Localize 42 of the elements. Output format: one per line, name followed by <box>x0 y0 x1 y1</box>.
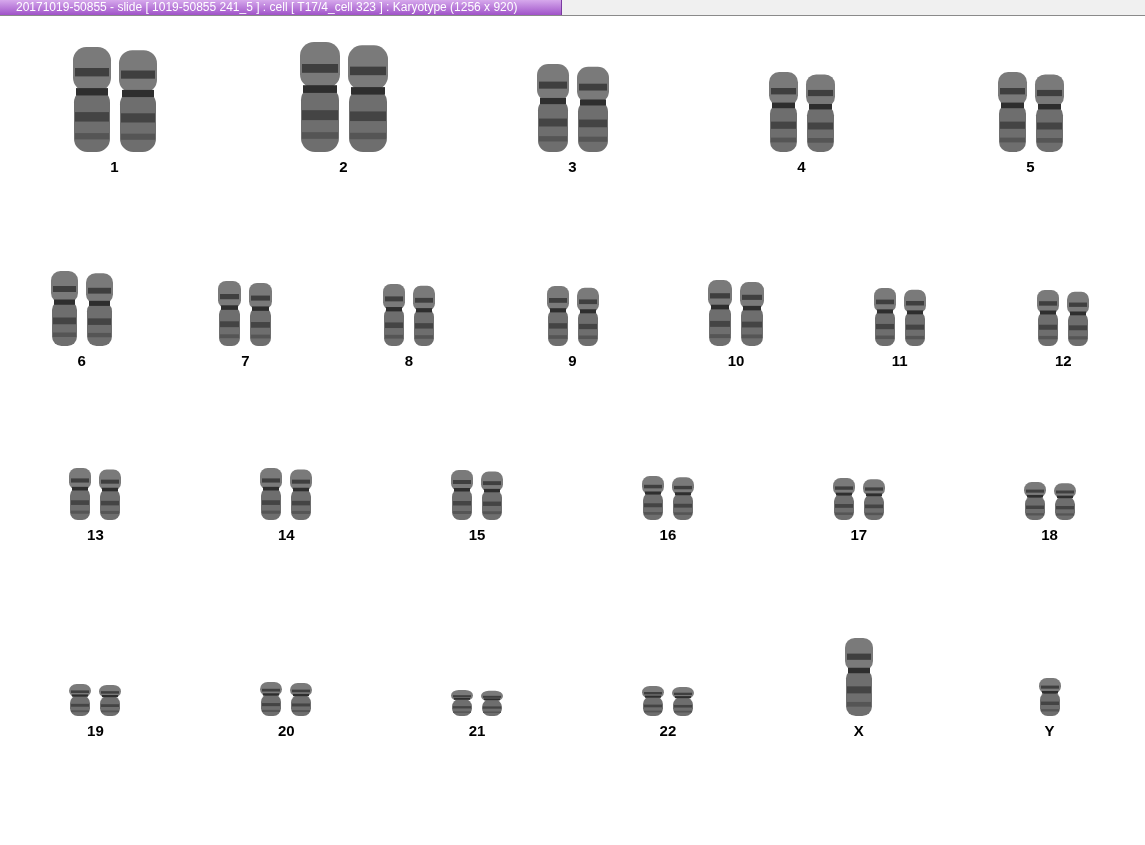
chromosome-pair-drawing <box>69 468 122 520</box>
chromosome-pair-drawing <box>1023 482 1076 520</box>
chromosome-pair-drawing <box>708 280 765 346</box>
chromosome-number: 2 <box>339 158 348 176</box>
chromosome-number: 12 <box>1054 352 1072 370</box>
chromosome-number: 10 <box>727 352 745 370</box>
chromosome-number: 17 <box>850 526 868 544</box>
chromosome-pair-drawing <box>832 478 885 520</box>
chromosome-number: 22 <box>659 722 677 740</box>
chromosome-number: 9 <box>568 352 577 370</box>
chromosome-pair-drawing <box>451 470 504 520</box>
chromosome-pair-drawing <box>260 468 313 520</box>
chromosome-number: 5 <box>1026 158 1035 176</box>
chromosome-pair-drawing <box>873 288 926 346</box>
chromosome-pair-drawing <box>641 686 694 716</box>
chromosome-number: 19 <box>87 722 104 740</box>
chromosome-number: X <box>853 722 864 740</box>
chromosome-pair-drawing <box>546 286 599 346</box>
chromosome-number: 1 <box>110 158 119 176</box>
window-title: 20171019-50855 - slide [ 1019-50855 241_5 ] : cell [ T17/4_cell 323 ] : Karyotype (1256 x 920) <box>0 0 562 15</box>
chromosome-pair-drawing <box>218 281 273 346</box>
chromosome-pair-drawing <box>382 284 435 346</box>
chromosome-number: 18 <box>1041 526 1058 544</box>
chromosome-number: 14 <box>277 526 295 544</box>
chromosome-number: 21 <box>468 722 486 740</box>
chromosome-pair-drawing <box>641 476 694 520</box>
chromosome-number: 4 <box>797 158 806 176</box>
chromosome-number: Y <box>1044 722 1055 740</box>
chromosome-number: 6 <box>77 352 86 370</box>
chromosome-number: 8 <box>404 352 414 370</box>
chromosome-number: 15 <box>468 526 486 544</box>
chromosome-pair-drawing <box>451 690 504 716</box>
chromosome-number: 13 <box>87 526 104 544</box>
chromosome-pair-drawing <box>1037 290 1090 346</box>
chromosome-number: 16 <box>659 526 677 544</box>
chromosome-number: 20 <box>277 722 295 740</box>
chromosome-pair-drawing <box>260 682 313 716</box>
chromosome-number: 11 <box>891 352 908 370</box>
chromosome-number: 7 <box>241 352 250 370</box>
chromosome-number: 3 <box>568 158 577 176</box>
chromosome-pair-drawing <box>69 684 122 716</box>
chromosome-drawing <box>1038 678 1061 716</box>
